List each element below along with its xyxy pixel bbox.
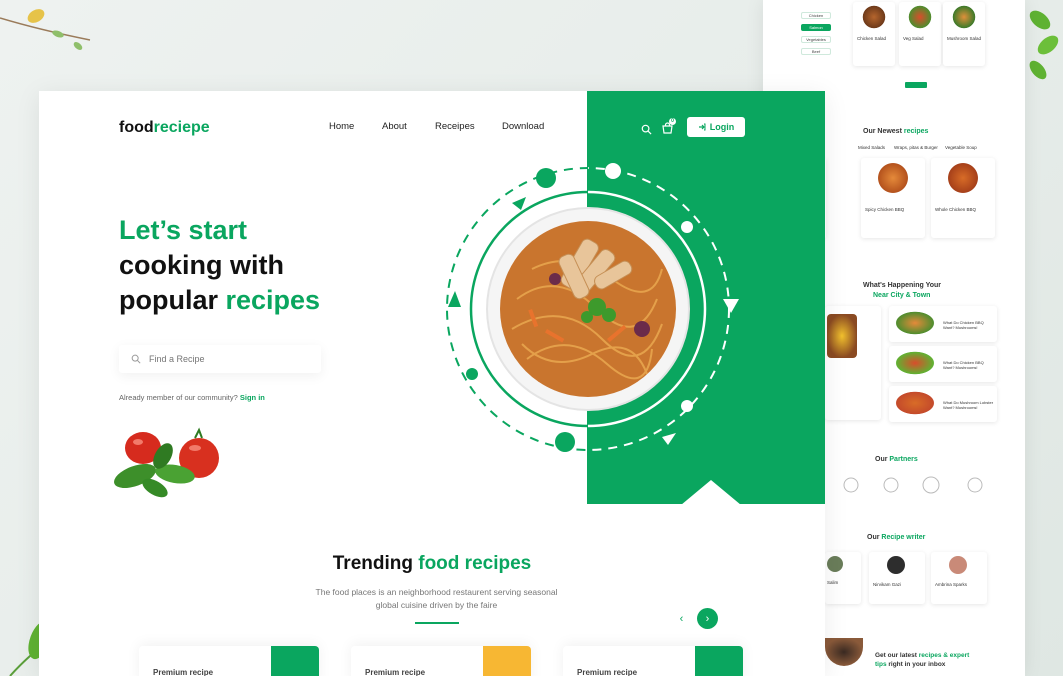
trending-title: Trending food recipes [332, 553, 532, 574]
writer-name: Nirvikam Gazi [873, 582, 902, 587]
newest-card[interactable]: Whole Chicken BBQ [931, 158, 995, 238]
premium-recipe-card[interactable]: Premium recipe [563, 646, 743, 676]
card-label: Premium recipe [577, 668, 638, 676]
search-icon [131, 354, 141, 364]
newsletter-title: Get our latest recipes & expert [875, 652, 970, 659]
recipe-name: Chicken Salad [857, 36, 887, 41]
partner-logos [843, 476, 983, 494]
writer-name: Ambrina Sparks [935, 582, 968, 587]
avatar [949, 556, 967, 574]
dish-image [951, 4, 977, 30]
hero-dish-illustration [446, 163, 739, 452]
premium-recipe-card[interactable]: Premium recipe [139, 646, 319, 676]
top-recipe-card[interactable]: Chicken Salad [853, 2, 895, 66]
hero-title-line1: Let’s start [119, 215, 248, 245]
signin-link[interactable]: Sign in [240, 393, 265, 402]
filter-pill[interactable]: Vegetables [801, 36, 831, 43]
login-icon [698, 123, 706, 131]
dish-image [947, 162, 979, 194]
happening-item[interactable]: What Do Chicken BBQ Want? Mushrooms! [889, 306, 997, 342]
dish-image [861, 4, 887, 30]
leaf-branch-decoration [0, 9, 91, 50]
newest-tab[interactable]: Wraps, pitas & Burger [894, 145, 938, 150]
member-text: Already member of our community? Sign in [119, 393, 265, 402]
writer-title: Our Recipe writer [867, 534, 926, 541]
nav-home[interactable]: Home [329, 121, 354, 132]
premium-recipe-card[interactable]: Premium recipe [351, 646, 531, 676]
partners-title: Our Partners [875, 456, 918, 463]
recipe-name: Spicy Chicken BBQ [865, 207, 905, 212]
happening-feature-card[interactable] [825, 306, 881, 420]
filter-pill[interactable]: Chicken [801, 12, 831, 19]
nav-about[interactable]: About [382, 121, 407, 132]
dish-image [877, 162, 909, 194]
newsletter-title-line2: tips right in your inbox [875, 661, 946, 668]
dish-image [827, 314, 857, 358]
top-recipe-card[interactable]: Mushroom Salad [943, 2, 985, 66]
main-landing-page: foodreciepe Home About Receipes Download… [39, 91, 825, 676]
card-accent [271, 646, 319, 676]
view-all-button[interactable] [905, 82, 927, 88]
cart-count-badge: 0 [669, 118, 676, 125]
newest-title: Our Newest recipes [863, 128, 929, 135]
happening-item-text: What Do Chicken BBQ Want? Mushrooms! [943, 360, 984, 370]
bowl-image [825, 638, 863, 666]
happening-item[interactable]: What Do Chicken BBQ Want? Mushrooms! [889, 346, 997, 382]
nav-download[interactable]: Download [502, 121, 544, 132]
writer-card[interactable]: Ambrina Sparks [931, 552, 987, 604]
happening-subtitle: Near City & Town [873, 292, 931, 299]
card-label: Premium recipe [153, 668, 214, 676]
next-arrow-button[interactable]: › [697, 608, 718, 629]
filter-pill[interactable]: Salmon [801, 24, 831, 31]
dish-image [893, 390, 937, 416]
card-label: Premium recipe [365, 668, 426, 676]
hero-title-line2: cooking with [119, 250, 284, 280]
hero-title-line3: popular recipes [119, 285, 321, 315]
happening-title: What's Happening Your [863, 282, 942, 289]
writer-card[interactable]: Salim [825, 552, 861, 604]
recipe-search[interactable] [119, 345, 321, 373]
dish-image [907, 4, 933, 30]
recipe-name: Veg Salad [903, 36, 924, 41]
dish-image [893, 310, 937, 336]
newest-card[interactable]: Spicy Chicken BBQ [861, 158, 925, 238]
top-recipe-card[interactable]: Veg Salad [899, 2, 941, 66]
avatar [827, 556, 843, 572]
panel-notch [681, 480, 741, 505]
card-accent [695, 646, 743, 676]
happening-item-text: What Do Chicken BBQ Want? Mushrooms! [943, 320, 984, 330]
card-accent [483, 646, 531, 676]
prev-arrow-button[interactable]: ‹ [671, 608, 692, 629]
title-underline [415, 622, 459, 624]
tomatoes-image [114, 427, 219, 498]
newest-tab[interactable]: Vegetable Soup [945, 145, 977, 150]
filter-pill[interactable]: Beef [801, 48, 831, 55]
newest-tab[interactable]: Mixed Salads [858, 145, 885, 150]
green-leaves-right-decoration [1029, 10, 1059, 80]
nav-receipes[interactable]: Receipes [435, 121, 475, 132]
happening-item-text: What Do Mushroom Lobster Want? Mushrooms… [943, 400, 994, 410]
search-icon[interactable] [639, 122, 653, 136]
trending-subtitle: The food places is an neighborhood resta… [315, 587, 558, 610]
recipe-name: Whole Chicken BBQ [935, 207, 977, 212]
login-button[interactable]: Login [687, 117, 745, 137]
search-input[interactable] [149, 354, 309, 364]
writer-name: Salim [827, 580, 839, 585]
happening-item[interactable]: What Do Mushroom Lobster Want? Mushrooms… [889, 386, 997, 422]
cart-icon[interactable]: 0 [660, 118, 676, 135]
writer-card[interactable]: Nirvikam Gazi [869, 552, 925, 604]
brand-logo[interactable]: foodreciepe [119, 119, 210, 137]
avatar [887, 556, 905, 574]
dish-image [893, 350, 937, 376]
recipe-name: Mushroom Salad [947, 36, 982, 41]
